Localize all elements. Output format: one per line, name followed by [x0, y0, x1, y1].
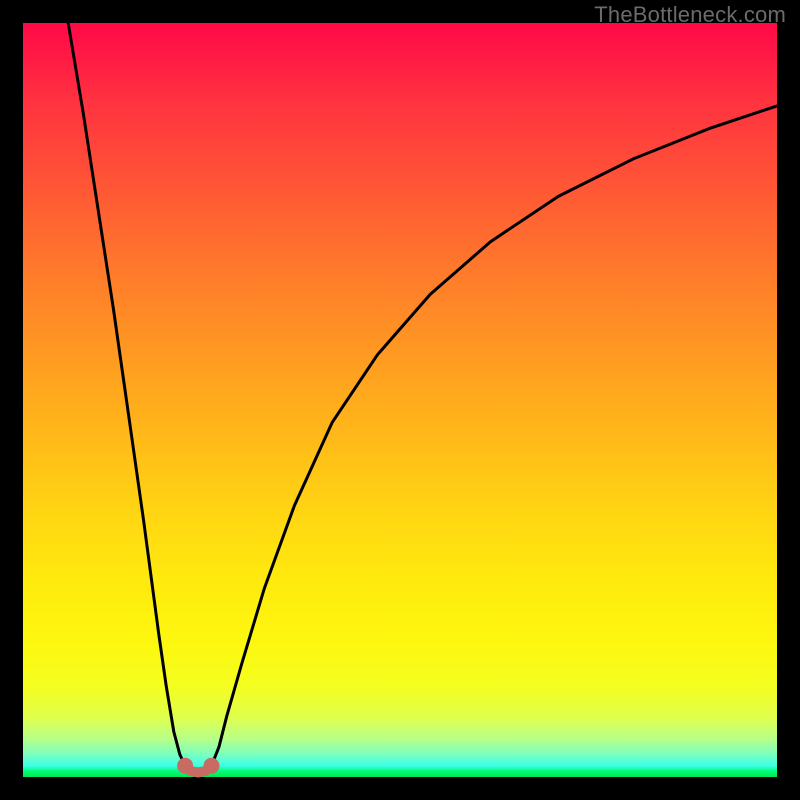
curve-layer [23, 23, 777, 777]
attribution-text: TheBottleneck.com [594, 2, 786, 28]
chart-frame: TheBottleneck.com [0, 0, 800, 800]
bottleneck-curve [68, 23, 777, 773]
trough-connector [185, 766, 211, 773]
plot-area [23, 23, 777, 777]
